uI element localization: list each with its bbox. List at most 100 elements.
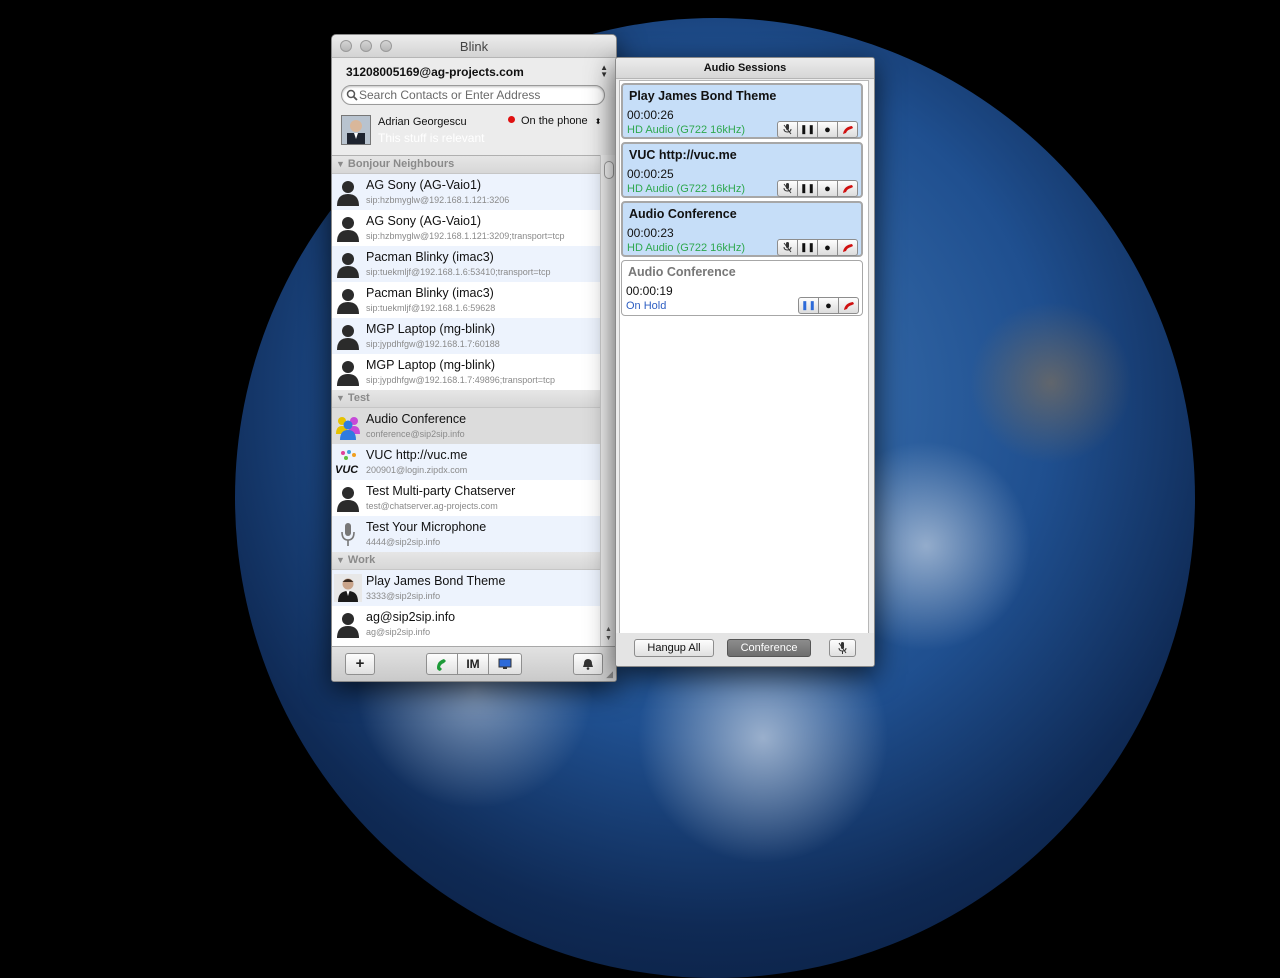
contact-row[interactable]: Test Your Microphone 4444@sip2sip.info: [332, 516, 600, 552]
contact-row[interactable]: MGP Laptop (mg-blink) sip:jypdhfgw@192.1…: [332, 318, 600, 354]
mute-all-button[interactable]: [829, 639, 856, 657]
audio-session-item-on-hold[interactable]: Audio Conference 00:00:19 On Hold ❚❚ ●: [621, 260, 863, 316]
disclosure-triangle-icon[interactable]: ▼: [336, 159, 345, 169]
record-button[interactable]: ●: [817, 239, 838, 256]
account-selector[interactable]: 31208005169@ag-projects.com: [346, 65, 524, 79]
session-codec-status: HD Audio (G722 16kHz): [627, 124, 745, 136]
record-icon: ●: [824, 241, 831, 254]
screen-share-button[interactable]: [488, 653, 522, 675]
contact-row[interactable]: VUC VUC http://vuc.me 200901@login.zipdx…: [332, 444, 600, 480]
vuc-logo-icon: VUC: [335, 450, 359, 476]
audio-call-button[interactable]: [426, 653, 458, 675]
audio-session-item[interactable]: Audio Conference 00:00:23 HD Audio (G722…: [621, 201, 863, 257]
contact-row[interactable]: AG Sony (AG-Vaio1) sip:hzbmyglw@192.168.…: [332, 174, 600, 210]
mute-microphone-icon: [783, 183, 792, 194]
hangup-button[interactable]: [837, 239, 858, 256]
audio-session-item[interactable]: VUC http://vuc.me 00:00:25 HD Audio (G72…: [621, 142, 863, 198]
resize-grip-icon[interactable]: ◢: [606, 669, 613, 680]
contact-row[interactable]: Play James Bond Theme 3333@sip2sip.info: [332, 570, 600, 606]
mute-button[interactable]: [777, 239, 798, 256]
hold-button[interactable]: ❚❚: [797, 180, 818, 197]
search-field[interactable]: [341, 85, 605, 105]
window-title: Blink: [459, 39, 489, 54]
contact-row[interactable]: AG Sony (AG-Vaio1) sip:hzbmyglw@192.168.…: [332, 210, 600, 246]
contact-list[interactable]: ▼ Bonjour Neighbours AG Sony (AG-Vaio1) s…: [332, 155, 600, 647]
session-title: Audio Conference: [629, 207, 737, 221]
contact-name: ag@sip2sip.info: [366, 610, 456, 624]
session-codec-status: HD Audio (G722 16kHz): [627, 183, 745, 195]
audio-sessions-title[interactable]: Audio Sessions: [616, 58, 874, 79]
blink-titlebar[interactable]: Blink: [332, 35, 616, 58]
record-button[interactable]: ●: [817, 180, 838, 197]
person-silhouette-icon: [337, 253, 359, 278]
hangup-button[interactable]: [837, 180, 858, 197]
contact-uri: test@chatserver.ag-projects.com: [366, 501, 498, 511]
mute-microphone-icon: [783, 242, 792, 253]
contact-row[interactable]: Test Multi-party Chatserver test@chatser…: [332, 480, 600, 516]
contact-uri: sip:hzbmyglw@192.168.1.121:3209;transpor…: [366, 231, 565, 241]
my-presence-note[interactable]: This stuff is relevant: [378, 131, 485, 145]
disclosure-triangle-icon[interactable]: ▼: [336, 393, 345, 403]
session-hold-status: On Hold: [626, 300, 667, 312]
contact-row[interactable]: MGP Laptop (mg-blink) sip:jypdhfgw@192.1…: [332, 354, 600, 390]
session-title: Audio Conference: [628, 265, 736, 279]
record-icon: ●: [824, 123, 831, 136]
contact-uri: sip:tuekmljf@192.168.1.6:53410;transport…: [366, 267, 551, 277]
contact-row[interactable]: Pacman Blinky (imac3) sip:tuekmljf@192.1…: [332, 282, 600, 318]
record-icon: ●: [824, 182, 831, 195]
contact-name: VUC http://vuc.me: [366, 448, 468, 462]
audio-sessions-window: Audio Sessions Play James Bond Theme 00:…: [615, 57, 875, 667]
presence-status-dot-icon: [508, 116, 515, 123]
contact-row[interactable]: ag@sip2sip.info ag@sip2sip.info: [332, 606, 600, 642]
contact-uri: sip:jypdhfgw@192.168.1.7:60188: [366, 339, 500, 349]
resume-button[interactable]: ❚❚: [798, 297, 819, 314]
search-input[interactable]: [359, 87, 599, 103]
session-duration: 00:00:19: [626, 284, 673, 298]
session-controls: ❚❚ ●: [798, 297, 859, 314]
audio-sessions-toolbar: Hangup All Conference: [616, 633, 874, 666]
scroll-arrows-icon[interactable]: ▲ ▼: [605, 625, 612, 643]
hold-button[interactable]: ❚❚: [797, 121, 818, 138]
notifications-button[interactable]: [573, 653, 603, 675]
account-stepper-icon[interactable]: ▲ ▼: [600, 64, 608, 79]
scrollbar-thumb[interactable]: [604, 161, 614, 179]
conference-button[interactable]: Conference: [727, 639, 811, 657]
group-name: Bonjour Neighbours: [347, 158, 455, 170]
session-controls: ❚❚ ●: [777, 180, 858, 197]
group-header-bonjour-neighbours[interactable]: ▼ Bonjour Neighbours: [332, 156, 600, 174]
group-name: Work: [347, 554, 376, 566]
disclosure-triangle-icon[interactable]: ▼: [336, 555, 345, 565]
add-contact-button[interactable]: +: [345, 653, 375, 675]
group-name: Test: [347, 392, 370, 404]
group-header-work[interactable]: ▼ Work: [332, 552, 600, 570]
mute-button[interactable]: [777, 121, 798, 138]
mute-button[interactable]: [777, 180, 798, 197]
session-title: VUC http://vuc.me: [629, 148, 737, 162]
presence-selector[interactable]: On the phone ⬍: [508, 115, 601, 127]
hangup-button[interactable]: [838, 297, 859, 314]
contact-name: Audio Conference: [366, 412, 467, 426]
group-header-test[interactable]: ▼ Test: [332, 390, 600, 408]
contact-name: Play James Bond Theme: [366, 574, 506, 588]
contact-name: Pacman Blinky (imac3): [366, 286, 494, 300]
my-avatar[interactable]: [341, 115, 371, 145]
hold-button[interactable]: ❚❚: [797, 239, 818, 256]
bell-icon: [583, 659, 593, 670]
record-button[interactable]: ●: [817, 121, 838, 138]
chat-im-button[interactable]: IM: [457, 653, 489, 675]
contact-uri: sip:hzbmyglw@192.168.1.121:3206: [366, 195, 510, 205]
contact-row-selected[interactable]: Audio Conference conference@sip2sip.info: [332, 408, 600, 444]
phone-icon: [437, 659, 446, 671]
contact-uri: 200901@login.zipdx.com: [366, 465, 468, 475]
hangup-all-button[interactable]: Hangup All: [634, 639, 714, 657]
hangup-button[interactable]: [837, 121, 858, 138]
contact-uri: sip:jypdhfgw@192.168.1.7:49896;transport…: [366, 375, 556, 385]
person-silhouette-icon: [337, 181, 359, 206]
pause-icon: ❚❚: [799, 242, 816, 252]
hangup-phone-icon: [842, 243, 853, 252]
session-duration: 00:00:23: [627, 226, 674, 240]
contact-row[interactable]: Pacman Blinky (imac3) sip:tuekmljf@192.1…: [332, 246, 600, 282]
record-button[interactable]: ●: [818, 297, 839, 314]
contact-name: Test Your Microphone: [366, 520, 487, 534]
audio-session-item[interactable]: Play James Bond Theme 00:00:26 HD Audio …: [621, 83, 863, 139]
